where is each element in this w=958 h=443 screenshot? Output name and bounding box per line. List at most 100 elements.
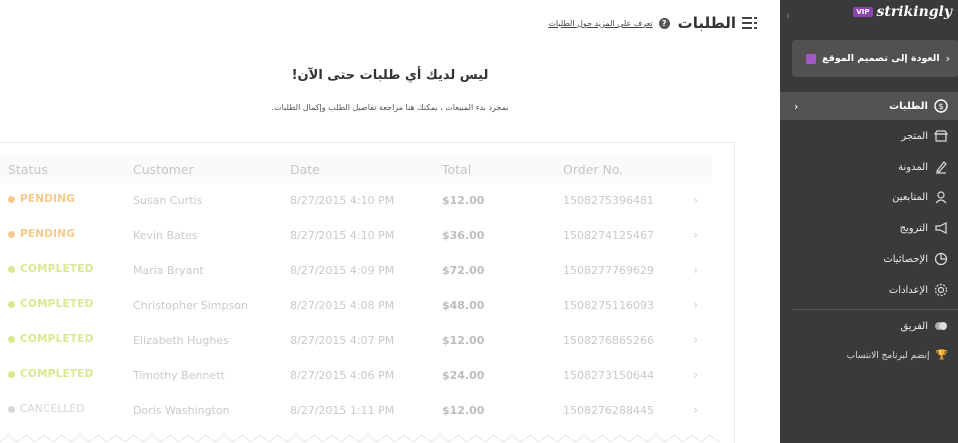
chevron-right-icon[interactable]: › <box>693 403 698 417</box>
sidebar-item-store[interactable]: المتجر <box>780 122 958 150</box>
date-cell: 8/27/2015 4:10 PM <box>290 229 395 242</box>
order-number-cell: 1508274125467 <box>563 229 654 242</box>
status-badge: COMPLETED <box>8 263 94 275</box>
status-dot <box>8 230 15 238</box>
team-icon <box>934 319 948 333</box>
total-cell: $36.00 <box>442 229 485 242</box>
status-dot <box>8 195 15 203</box>
date-cell: 8/27/2015 4:09 PM <box>290 264 395 277</box>
learn-more-link[interactable]: تعرف على المزيد حول الطلبات <box>548 19 652 28</box>
status-label: COMPLETED <box>20 368 94 380</box>
status-badge: COMPLETED <box>8 333 94 345</box>
sidebar-item-team[interactable]: الفريق <box>780 312 958 340</box>
column-header-order-no: Order No. <box>563 162 624 177</box>
chevron-right-icon[interactable]: › <box>693 333 698 347</box>
status-label: CANCELLED <box>20 403 85 415</box>
status-badge: COMPLETED <box>8 368 94 380</box>
back-to-site-editor-button[interactable]: ‹ العودة إلى تصميم الموقع <box>792 40 958 77</box>
table-row[interactable]: COMPLETED Elizabeth Hughes 8/27/2015 4:0… <box>0 323 712 358</box>
app-window: الطلبات ? تعرف على المزيد حول الطلبات لي… <box>0 0 958 443</box>
total-cell: $72.00 <box>442 264 485 277</box>
date-cell: 8/27/2015 4:06 PM <box>290 369 395 382</box>
logo[interactable]: strikingly <box>877 4 952 20</box>
customer-cell: Susan Curtis <box>133 194 203 207</box>
status-dot <box>8 405 15 413</box>
total-cell: $12.00 <box>442 404 485 417</box>
table-row[interactable]: COMPLETED Maria Bryant 8/27/2015 4:09 PM… <box>0 253 712 288</box>
date-cell: 8/27/2015 4:07 PM <box>290 334 395 347</box>
orders-table-card: Status Customer Date Total Order No. PEN… <box>0 142 735 443</box>
table-row[interactable]: COMPLETED Timothy Bennett 8/27/2015 4:06… <box>0 358 712 393</box>
table-row[interactable]: CANCELLED Doris Washington 8/27/2015 1:1… <box>0 393 712 428</box>
customer-cell: Elizabeth Hughes <box>133 334 229 347</box>
empty-state-title: ليس لديك أي طلبات حتى الآن! <box>291 68 489 83</box>
table-row[interactable]: COMPLETED Christopher Simpson 8/27/2015 … <box>0 288 712 323</box>
order-number-cell: 1508276288445 <box>563 404 654 417</box>
sidebar-item-gear[interactable]: الإعدادات <box>780 276 958 304</box>
chevron-right-icon[interactable]: › <box>693 228 698 242</box>
chevron-right-icon[interactable]: › <box>693 298 698 312</box>
join-affiliate-link[interactable]: 🏆 إنضم لبرنامج الانتساب <box>847 350 948 361</box>
status-label: PENDING <box>20 193 76 205</box>
total-cell: $48.00 <box>442 299 485 312</box>
customer-cell: Timothy Bennett <box>133 369 225 382</box>
zigzag-edge <box>0 434 720 443</box>
join-affiliate-label: إنضم لبرنامج الانتساب <box>846 350 930 361</box>
sidebar-item-followers[interactable]: المتابعين <box>780 183 958 211</box>
total-cell: $12.00 <box>442 334 485 347</box>
main-content: الطلبات ? تعرف على المزيد حول الطلبات لي… <box>0 0 780 443</box>
sidebar: › VIP strikingly ‹ العودة إلى تصميم المو… <box>780 0 958 443</box>
column-header-date: Date <box>290 162 320 177</box>
followers-icon <box>934 190 948 204</box>
order-number-cell: 1508277769629 <box>563 264 654 277</box>
page-title: الطلبات <box>677 14 736 32</box>
sidebar-item-pen[interactable]: المدونة <box>780 153 958 181</box>
table-header: Status Customer Date Total Order No. <box>0 155 712 183</box>
dollar-circle-icon: $ <box>934 99 948 113</box>
status-dot <box>8 370 15 378</box>
collapse-sidebar-icon[interactable]: › <box>786 9 790 22</box>
sidebar-item-label: المتجر <box>901 130 928 142</box>
order-number-cell: 1508273150644 <box>563 369 654 382</box>
help-icon[interactable]: ? <box>658 17 670 29</box>
sidebar-item-label: المدونة <box>898 161 928 173</box>
order-number-cell: 1508275396481 <box>563 194 654 207</box>
sidebar-item-dollar-circle[interactable]: $ الطلبات ‹ <box>780 92 958 120</box>
list-icon <box>742 17 757 29</box>
chevron-left-icon: ‹ <box>794 99 799 113</box>
sidebar-item-megaphone[interactable]: الترويج <box>780 214 958 242</box>
total-cell: $12.00 <box>442 194 485 207</box>
total-cell: $24.00 <box>442 369 485 382</box>
pie-chart-icon <box>934 252 948 266</box>
customer-cell: Doris Washington <box>133 404 230 417</box>
page-header: الطلبات ? تعرف على المزيد حول الطلبات <box>548 14 758 32</box>
store-icon <box>934 129 948 143</box>
svg-text:$: $ <box>938 102 943 111</box>
empty-state-subtitle: بمجرد بدء المبيعات ، يمكنك هنا مراجعة تف… <box>271 103 509 112</box>
date-cell: 8/27/2015 4:10 PM <box>290 194 395 207</box>
status-badge: PENDING <box>8 193 75 205</box>
gear-icon <box>934 283 948 297</box>
brand: VIP strikingly <box>853 4 952 20</box>
status-label: COMPLETED <box>20 333 94 345</box>
column-header-customer: Customer <box>133 162 194 177</box>
status-label: COMPLETED <box>20 298 94 310</box>
sidebar-item-label: الفريق <box>900 320 928 332</box>
column-header-total: Total <box>442 162 472 177</box>
sidebar-divider <box>792 309 958 310</box>
order-number-cell: 1508276865266 <box>563 334 654 347</box>
sidebar-item-label: المتابعين <box>892 191 928 203</box>
sidebar-item-pie-chart[interactable]: الإحصائيات <box>780 245 958 273</box>
column-header-status: Status <box>8 162 48 177</box>
status-badge: COMPLETED <box>8 298 94 310</box>
chevron-right-icon[interactable]: › <box>693 263 698 277</box>
table-row[interactable]: PENDING Susan Curtis 8/27/2015 4:10 PM $… <box>0 183 712 218</box>
sidebar-item-label: الطلبات <box>889 100 928 112</box>
status-dot <box>8 265 15 273</box>
sidebar-item-label: الإحصائيات <box>883 253 928 265</box>
status-label: COMPLETED <box>20 263 94 275</box>
chevron-right-icon[interactable]: › <box>693 193 698 207</box>
chevron-right-icon[interactable]: › <box>693 368 698 382</box>
back-button-label: العودة إلى تصميم الموقع <box>822 53 940 64</box>
table-row[interactable]: PENDING Kevin Bates 8/27/2015 4:10 PM $3… <box>0 218 712 253</box>
